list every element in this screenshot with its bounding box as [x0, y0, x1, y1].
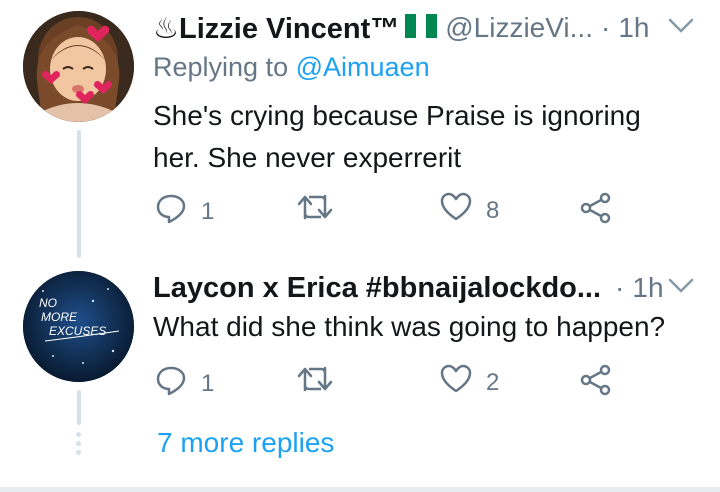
share-button[interactable] [580, 364, 612, 403]
like-button[interactable]: 8 [440, 192, 499, 229]
timestamp[interactable]: 1h [632, 272, 663, 304]
retweet-icon [297, 364, 333, 401]
tweet-actions: 1 8 [155, 192, 675, 228]
retweet-icon [297, 192, 333, 229]
nigeria-flag-icon [405, 13, 438, 43]
tweet-header: ♨Lizzie Vincent™ @LizzieVi... · 1h [153, 8, 649, 48]
reply-count: 1 [201, 369, 215, 397]
tweet-text: She's crying because Praise is ignoring … [153, 100, 641, 173]
reply-icon [155, 192, 187, 231]
like-count: 2 [486, 368, 500, 396]
divider [0, 487, 720, 492]
chevron-down-icon[interactable] [668, 278, 694, 299]
share-icon [580, 192, 612, 231]
share-icon [580, 364, 612, 403]
timestamp[interactable]: 1h [618, 12, 649, 44]
reply-button[interactable]: 1 [155, 192, 214, 231]
share-button[interactable] [580, 192, 612, 231]
like-button[interactable]: 2 [440, 364, 499, 401]
replying-to: Replying to @Aimuaen [153, 52, 430, 83]
thread-line [77, 130, 81, 258]
retweet-button[interactable] [297, 364, 347, 401]
thread-line [77, 390, 81, 425]
avatar-text-more: MORE [41, 310, 78, 324]
tweet-laycon[interactable]: NO MORE EXCUSES Laycon x Erica #bbnaijal… [0, 262, 720, 422]
heart-icon [440, 364, 472, 401]
thread-dots [76, 432, 81, 459]
avatar-text-excuses: EXCUSES [49, 324, 106, 338]
tweet-text: What did she think was going to happen? [153, 311, 666, 342]
display-name[interactable]: ♨Lizzie Vincent™ [153, 11, 399, 46]
replying-prefix: Replying to [153, 52, 289, 82]
reply-icon [155, 364, 187, 403]
avatar[interactable]: NO MORE EXCUSES [23, 271, 134, 382]
display-name[interactable]: Laycon x Erica #bbnaijalockdo... [153, 272, 601, 305]
username[interactable]: @LizzieVi... [445, 12, 593, 44]
chevron-down-icon[interactable] [668, 18, 694, 39]
more-replies-link[interactable]: 7 more replies [157, 427, 334, 459]
separator: · [615, 272, 625, 303]
heart-icon [440, 192, 472, 229]
tweet-actions: 1 2 [155, 364, 675, 400]
avatar[interactable] [23, 11, 134, 122]
avatar-text-no: NO [39, 296, 57, 310]
retweet-button[interactable] [297, 192, 347, 229]
reply-count: 1 [201, 197, 215, 225]
like-count: 8 [486, 196, 500, 224]
tweet-lizzie[interactable]: ♨Lizzie Vincent™ @LizzieVi... · 1h Reply… [0, 0, 720, 258]
separator: · [600, 12, 611, 43]
reply-button[interactable]: 1 [155, 364, 214, 403]
replying-mention[interactable]: @Aimuaen [296, 52, 430, 82]
tweet-header: Laycon x Erica #bbnaijalockdo... · 1h [153, 268, 664, 308]
